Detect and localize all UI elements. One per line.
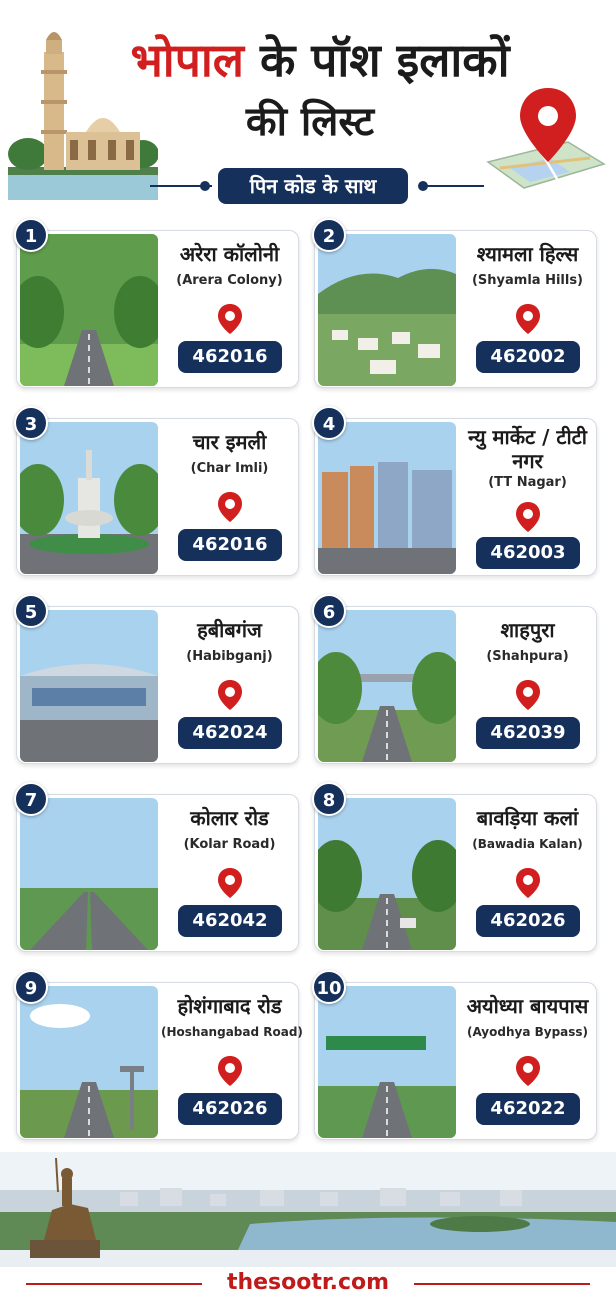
area-name-hindi: न्यु मार्केट / टीटी नगर xyxy=(468,425,587,473)
area-info: चार इमली (Char Imli) 462016 xyxy=(161,419,298,575)
area-number-badge: 6 xyxy=(312,594,346,628)
area-number-badge: 4 xyxy=(312,406,346,440)
area-name-english: (Char Imli) xyxy=(190,461,269,476)
area-info: हबीबगंज (Habibganj) 462024 xyxy=(161,607,298,763)
location-pin-icon xyxy=(515,867,541,899)
pin-code: 462039 xyxy=(476,717,580,749)
area-photo xyxy=(318,798,456,950)
area-number-badge: 2 xyxy=(312,218,346,252)
area-number-badge: 9 xyxy=(14,970,48,1004)
area-card: कोलार रोड (Kolar Road) 462042 xyxy=(16,794,299,952)
area-photo xyxy=(20,986,158,1138)
area-card: होशंगाबाद रोड (Hoshangabad Road) 462026 xyxy=(16,982,303,1140)
subtitle-divider-right xyxy=(424,185,484,187)
area-number-badge: 7 xyxy=(14,782,48,816)
infographic: भोपाल के पॉश इलाकों की लिस्ट पिन कोड के … xyxy=(0,0,616,1303)
location-pin-icon xyxy=(515,679,541,711)
title-rest: के पॉश इलाकों xyxy=(259,33,510,87)
area-name-hindi: बावड़िया कलां xyxy=(476,806,579,830)
area-info: अरेरा कॉलोनी (Arera Colony) 462016 xyxy=(161,231,298,387)
map-illustration xyxy=(486,88,606,189)
area-name-hindi: अयोध्या बायपास xyxy=(466,994,589,1018)
area-name-hindi: हबीबगंज xyxy=(197,618,262,642)
area-photo xyxy=(20,798,158,950)
area-info: अयोध्या बायपास (Ayodhya Bypass) 462022 xyxy=(459,983,596,1139)
pin-code: 462022 xyxy=(476,1093,580,1125)
bhopal-skyline-illustration xyxy=(0,1152,616,1267)
area-name-english: (Arera Colony) xyxy=(176,273,283,288)
location-pin-icon xyxy=(217,679,243,711)
area-name-hindi: होशंगाबाद रोड xyxy=(177,994,282,1018)
area-name-hindi: कोलार रोड xyxy=(190,806,269,830)
area-photo xyxy=(20,422,158,574)
pin-code: 462042 xyxy=(178,905,282,937)
area-name-english: (TT Nagar) xyxy=(488,475,567,490)
location-pin-icon xyxy=(217,1055,243,1087)
area-photo xyxy=(318,234,456,386)
subtitle-dot-left xyxy=(200,181,210,191)
area-number-badge: 3 xyxy=(14,406,48,440)
area-info: शाहपुरा (Shahpura) 462039 xyxy=(459,607,596,763)
title-city: भोपाल xyxy=(130,33,244,87)
area-info: श्यामला हिल्स (Shyamla Hills) 462002 xyxy=(459,231,596,387)
area-card: अयोध्या बायपास (Ayodhya Bypass) 462022 xyxy=(314,982,597,1140)
pin-code: 462003 xyxy=(476,537,580,569)
area-name-english: (Kolar Road) xyxy=(183,837,276,852)
pin-code: 462026 xyxy=(178,1093,282,1125)
area-number-badge: 10 xyxy=(312,970,346,1004)
page-title-line-1: भोपाल के पॉश इलाकों xyxy=(100,30,540,90)
area-card: हबीबगंज (Habibganj) 462024 xyxy=(16,606,299,764)
area-photo xyxy=(20,610,158,762)
area-name-hindi: अरेरा कॉलोनी xyxy=(179,242,280,266)
pin-code: 462002 xyxy=(476,341,580,373)
area-name-english: (Habibganj) xyxy=(186,649,273,664)
area-card: न्यु मार्केट / टीटी नगर (TT Nagar) 462003 xyxy=(314,418,597,576)
pin-code: 462016 xyxy=(178,341,282,373)
area-info: बावड़िया कलां (Bawadia Kalan) 462026 xyxy=(459,795,596,951)
area-photo xyxy=(318,986,456,1138)
pin-code: 462026 xyxy=(476,905,580,937)
area-info: होशंगाबाद रोड (Hoshangabad Road) 462026 xyxy=(161,983,303,1139)
area-card: शाहपुरा (Shahpura) 462039 xyxy=(314,606,597,764)
location-pin-icon xyxy=(515,303,541,335)
location-pin-icon xyxy=(217,303,243,335)
subtitle-badge: पिन कोड के साथ xyxy=(218,168,408,204)
footer-divider-right xyxy=(414,1283,590,1285)
area-name-english: (Hoshangabad Road) xyxy=(161,1025,303,1039)
area-number-badge: 1 xyxy=(14,218,48,252)
header: भोपाल के पॉश इलाकों की लिस्ट पिन कोड के … xyxy=(0,0,616,205)
area-number-badge: 8 xyxy=(312,782,346,816)
area-number-badge: 5 xyxy=(14,594,48,628)
location-pin-icon xyxy=(515,1055,541,1087)
location-pin-icon xyxy=(515,501,541,533)
brand-link[interactable]: thesootr.com xyxy=(227,1270,389,1295)
area-photo xyxy=(20,234,158,386)
area-card: बावड़िया कलां (Bawadia Kalan) 462026 xyxy=(314,794,597,952)
pin-code: 462024 xyxy=(178,717,282,749)
area-name-hindi: शाहपुरा xyxy=(500,618,555,642)
location-pin-icon xyxy=(217,867,243,899)
area-info: न्यु मार्केट / टीटी नगर (TT Nagar) 462003 xyxy=(459,419,596,575)
area-card: श्यामला हिल्स (Shyamla Hills) 462002 xyxy=(314,230,597,388)
area-info: कोलार रोड (Kolar Road) 462042 xyxy=(161,795,298,951)
area-name-hindi: श्यामला हिल्स xyxy=(476,242,579,266)
area-name-english: (Shahpura) xyxy=(486,649,569,664)
location-pin-icon xyxy=(217,491,243,523)
area-name-english: (Shyamla Hills) xyxy=(471,273,584,288)
area-name-hindi: चार इमली xyxy=(192,430,267,454)
area-photo xyxy=(318,422,456,574)
page-title-line-2: की लिस्ट xyxy=(245,99,375,145)
area-card: चार इमली (Char Imli) 462016 xyxy=(16,418,299,576)
area-card: अरेरा कॉलोनी (Arera Colony) 462016 xyxy=(16,230,299,388)
area-name-english: (Bawadia Kalan) xyxy=(472,837,583,851)
pin-code: 462016 xyxy=(178,529,282,561)
area-photo xyxy=(318,610,456,762)
area-name-english: (Ayodhya Bypass) xyxy=(466,1025,589,1039)
